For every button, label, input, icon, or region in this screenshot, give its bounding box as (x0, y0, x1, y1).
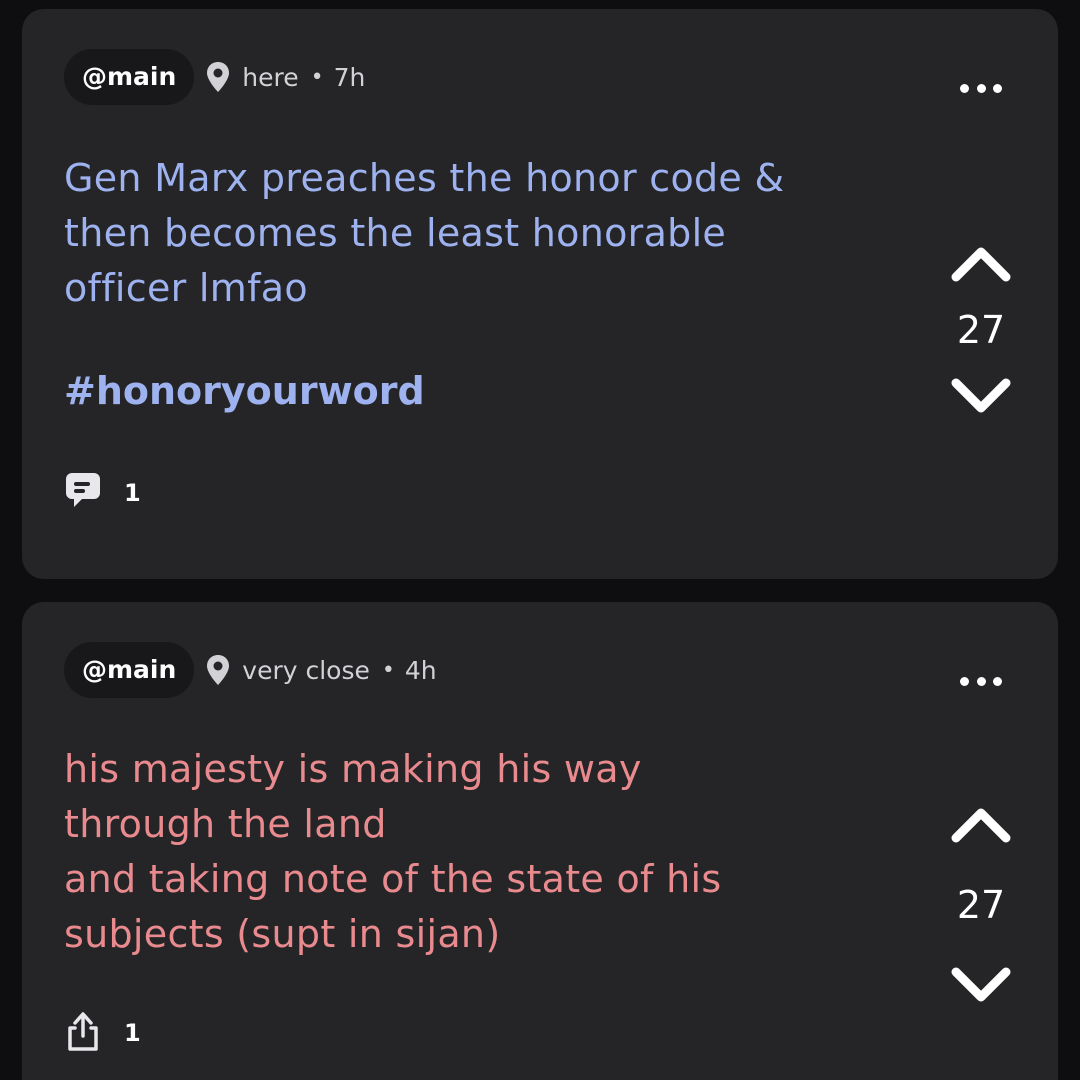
share-count: 1 (124, 1019, 141, 1047)
comment-count: 1 (124, 479, 141, 507)
post-card[interactable]: @main here • 7h Gen Marx preaches the ho… (22, 9, 1058, 579)
post-card[interactable]: @main very close • 4h his majesty is mak… (22, 602, 1058, 1080)
share-icon[interactable] (64, 1010, 102, 1056)
post-feed: @main here • 7h Gen Marx preaches the ho… (0, 0, 1080, 1080)
post-text: his majesty is making his way through th… (64, 747, 722, 956)
more-options-icon[interactable] (960, 82, 1002, 94)
post-meta: @main here • 7h (64, 49, 365, 105)
location-pin-icon (204, 654, 232, 686)
channel-pill[interactable]: @main (64, 49, 195, 105)
comment-icon[interactable] (64, 471, 102, 515)
meta-separator: • (310, 64, 324, 90)
downvote-icon[interactable] (948, 375, 1014, 419)
downvote-icon[interactable] (948, 964, 1014, 1008)
upvote-icon[interactable] (948, 241, 1014, 285)
more-options-icon[interactable] (960, 675, 1002, 687)
post-age: 4h (404, 655, 437, 685)
post-age: 7h (333, 62, 366, 92)
channel-pill[interactable]: @main (64, 642, 195, 698)
vote-count: 27 (956, 308, 1006, 352)
hashtag-link[interactable]: #honoryourword (64, 369, 425, 413)
location-label: here (242, 62, 299, 92)
vote-control: 27 (948, 241, 1014, 419)
post-text: Gen Marx preaches the honor code & then … (64, 156, 785, 310)
vote-count: 27 (956, 883, 1006, 927)
post-footer: 1 (64, 471, 141, 515)
location-label: very close (242, 655, 370, 685)
upvote-icon[interactable] (948, 802, 1014, 846)
location-pin-icon (204, 61, 232, 93)
vote-control: 27 (948, 802, 1014, 1008)
post-meta: @main very close • 4h (64, 642, 437, 698)
meta-separator: • (381, 657, 395, 683)
post-footer: 1 (64, 1010, 141, 1056)
